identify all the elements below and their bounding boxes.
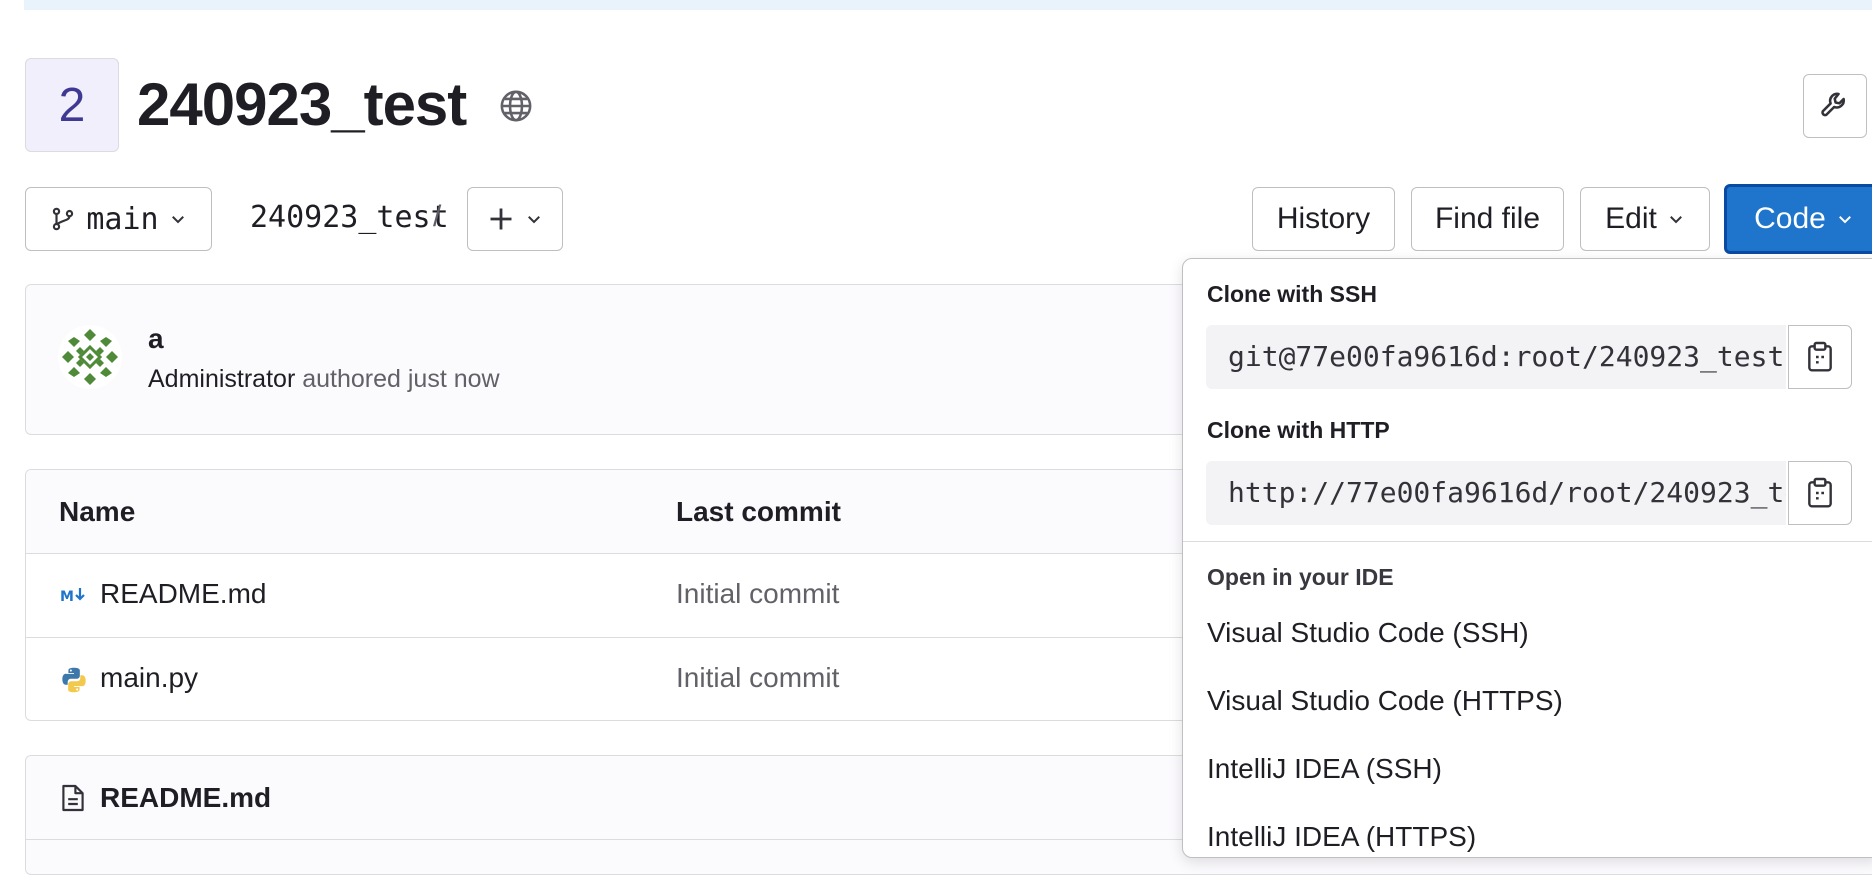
wrench-icon <box>1821 92 1845 117</box>
avatar[interactable] <box>58 325 122 389</box>
history-label: History <box>1276 202 1371 235</box>
breadcrumb-separator: / <box>433 200 442 233</box>
clone-dropdown: Clone with SSH git@77e00fa9616d:root/240… <box>1182 258 1872 858</box>
clipboard-icon <box>1808 477 1832 508</box>
commit-title[interactable]: a <box>148 323 164 355</box>
globe-icon <box>500 90 532 122</box>
clone-ssh-label: Clone with SSH <box>1207 281 1377 307</box>
ide-heading: Open in your IDE <box>1207 564 1394 590</box>
code-button[interactable]: Code <box>1724 184 1872 254</box>
clone-http-url-field[interactable]: http://77e00fa9616d/root/240923_test.git <box>1206 461 1786 525</box>
find-file-button[interactable]: Find file <box>1411 187 1564 251</box>
clipboard-icon <box>1808 341 1832 372</box>
markdown-icon: M <box>60 588 85 605</box>
file-icon <box>62 784 84 812</box>
add-file-button[interactable] <box>467 187 563 251</box>
python-icon <box>62 667 86 693</box>
column-header-name: Name <box>59 496 136 527</box>
chevron-down-icon <box>171 216 184 224</box>
copy-http-url-button[interactable] <box>1788 461 1852 525</box>
commit-author[interactable]: Administrator <box>148 365 295 393</box>
svg-text:M: M <box>60 589 74 605</box>
breadcrumb[interactable]: 240923_test <box>250 200 449 235</box>
readme-title[interactable]: README.md <box>100 782 271 814</box>
project-title: 240923_test <box>137 71 467 138</box>
ide-item-intellij-ssh[interactable]: IntelliJ IDEA (SSH) <box>1207 753 1442 785</box>
ide-item-vscode-ssh[interactable]: Visual Studio Code (SSH) <box>1207 617 1529 649</box>
plus-icon <box>490 208 512 230</box>
file-name[interactable]: README.md <box>100 578 266 610</box>
file-last-commit[interactable]: Initial commit <box>676 662 839 694</box>
copy-ssh-url-button[interactable] <box>1788 325 1852 389</box>
edit-button[interactable]: Edit <box>1580 187 1710 251</box>
branch-name: main <box>86 201 159 237</box>
chevron-down-icon <box>1838 216 1851 224</box>
ide-item-vscode-https[interactable]: Visual Studio Code (HTTPS) <box>1207 685 1563 717</box>
history-button[interactable]: History <box>1252 187 1395 251</box>
clone-ssh-url-field[interactable]: git@77e00fa9616d:root/240923_test.git <box>1206 325 1786 389</box>
branch-icon <box>53 207 74 231</box>
commit-time: authored just now <box>302 365 500 393</box>
ide-item-intellij-https[interactable]: IntelliJ IDEA (HTTPS) <box>1207 821 1476 853</box>
code-label: Code <box>1754 202 1826 235</box>
clone-http-label: Clone with HTTP <box>1207 417 1390 443</box>
branch-selector[interactable]: main <box>25 187 212 251</box>
commit-meta: Administrator authored just now <box>148 365 500 394</box>
chevron-down-icon <box>528 216 540 224</box>
file-name[interactable]: main.py <box>100 662 198 694</box>
file-last-commit[interactable]: Initial commit <box>676 578 839 610</box>
edit-label: Edit <box>1605 202 1657 235</box>
find-file-label: Find file <box>1434 202 1541 235</box>
settings-button[interactable] <box>1803 74 1867 138</box>
chevron-down-icon <box>1669 216 1682 224</box>
divider <box>1183 541 1872 542</box>
top-banner <box>24 0 1872 10</box>
column-header-last-commit: Last commit <box>676 496 841 527</box>
project-avatar[interactable]: 2 <box>25 58 119 152</box>
project-avatar-letter: 2 <box>58 78 86 132</box>
